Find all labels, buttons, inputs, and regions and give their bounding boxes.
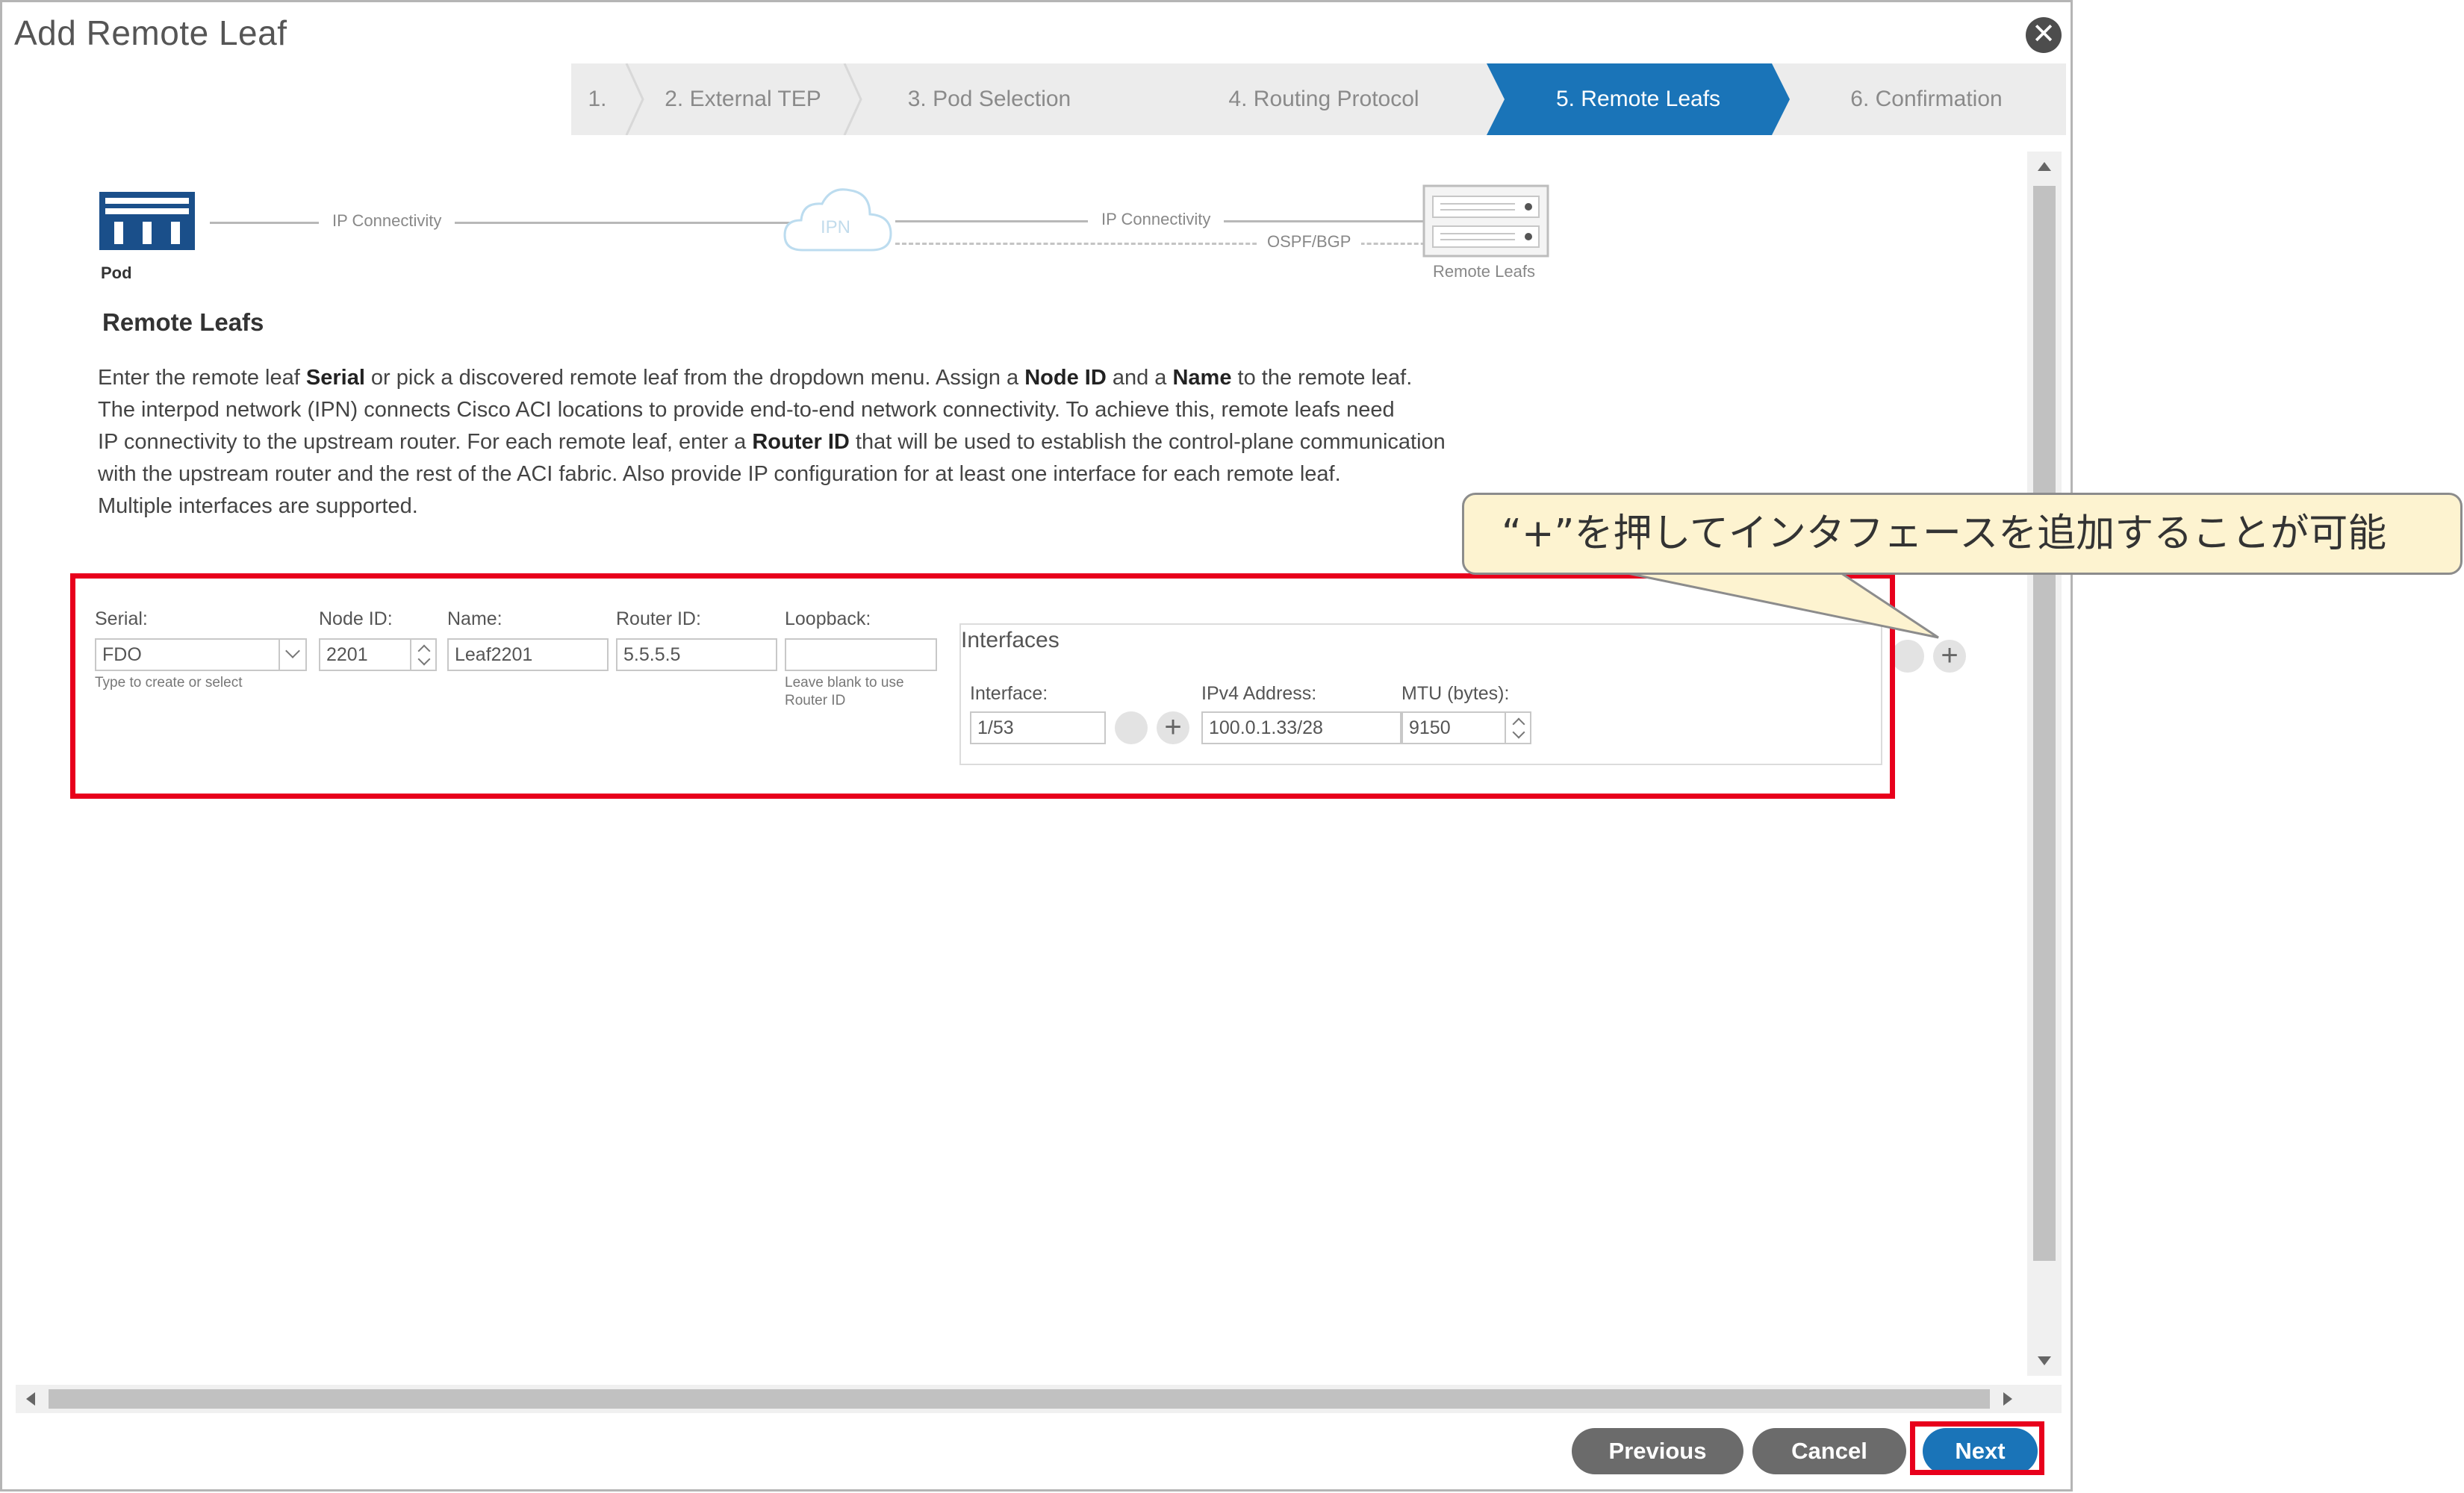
desc-line: IP connectivity to the upstream router. … [98, 426, 1636, 458]
scroll-down-icon[interactable] [2038, 1356, 2051, 1365]
wizard-step-remote-leafs[interactable]: 5. Remote Leafs [1487, 63, 1790, 135]
remote-leafs-label: Remote Leafs [1433, 262, 1535, 281]
callout-pointer-icon [1613, 569, 1939, 639]
desc-bold: Node ID [1024, 366, 1107, 390]
topology-diagram: Pod IP Connectivity IPN IP Connectivity … [99, 181, 1563, 301]
step-separator-icon [625, 63, 644, 135]
wizard-step-external-tep[interactable]: 2. External TEP [646, 63, 840, 135]
wizard-step-1[interactable]: 1. [571, 63, 623, 135]
dialog-title: Add Remote Leaf [14, 13, 287, 52]
add-interface-plus-icon[interactable]: + [1933, 640, 1966, 673]
vertical-scrollbar[interactable] [2027, 152, 2062, 1376]
ipn-label: IPN [821, 217, 851, 237]
connector-dashed-line [895, 243, 1493, 245]
pod-label: Pod [101, 264, 132, 283]
wizard-steps: 1. 2. External TEP 3. Pod Selection 4. R… [571, 63, 2066, 135]
callout-annotation: “+”を押してインタフェースを追加することが可能 [1462, 493, 2463, 575]
remove-circle-icon[interactable] [1891, 640, 1924, 673]
ip-connectivity-label: IP Connectivity [319, 211, 455, 231]
close-icon[interactable]: ✕ [2026, 17, 2062, 53]
desc-bold: Serial [305, 366, 365, 390]
section-description: Enter the remote leaf Serial or pick a d… [98, 362, 1636, 523]
remote-leafs-icon [1422, 184, 1549, 258]
wizard-step-confirmation[interactable]: 6. Confirmation [1803, 63, 2050, 135]
desc-text: or pick a discovered remote leaf from th… [364, 366, 1025, 390]
desc-text: IP connectivity to the upstream router. … [98, 430, 753, 454]
desc-line: Multiple interfaces are supported. [98, 494, 418, 518]
cancel-button[interactable]: Cancel [1752, 1428, 1906, 1474]
horizontal-scroll-thumb[interactable] [49, 1389, 1990, 1409]
wizard-step-routing-protocol[interactable]: 4. Routing Protocol [1197, 63, 1451, 135]
desc-text: to the remote leaf. [1231, 366, 1413, 390]
ospf-bgp-label: OSPF/BGP [1257, 232, 1362, 252]
desc-text: and a [1106, 366, 1173, 390]
desc-text: that will be used to establish the contr… [849, 430, 1446, 454]
desc-line: Enter the remote leaf Serial or pick a d… [98, 362, 1636, 394]
previous-button[interactable]: Previous [1572, 1428, 1743, 1474]
scroll-left-icon[interactable] [26, 1392, 35, 1406]
vertical-scroll-thumb[interactable] [2033, 186, 2056, 1261]
connector-line [210, 222, 867, 224]
scroll-right-icon[interactable] [2003, 1392, 2012, 1406]
desc-bold: Router ID [752, 430, 850, 454]
section-title: Remote Leafs [102, 308, 264, 336]
next-highlight-box [1910, 1421, 2044, 1475]
step-separator-icon [843, 63, 862, 135]
desc-bold: Name [1172, 366, 1232, 390]
ip-connectivity-label: IP Connectivity [1088, 210, 1225, 229]
pod-icon [99, 192, 195, 250]
wizard-step-pod-selection[interactable]: 3. Pod Selection [864, 63, 1115, 135]
horizontal-scrollbar[interactable] [16, 1385, 2062, 1413]
desc-text: Enter the remote leaf [98, 366, 306, 390]
scroll-up-icon[interactable] [2038, 162, 2051, 171]
desc-line: with the upstream router and the rest of… [98, 462, 1341, 486]
desc-line: The interpod network (IPN) connects Cisc… [98, 398, 1395, 422]
